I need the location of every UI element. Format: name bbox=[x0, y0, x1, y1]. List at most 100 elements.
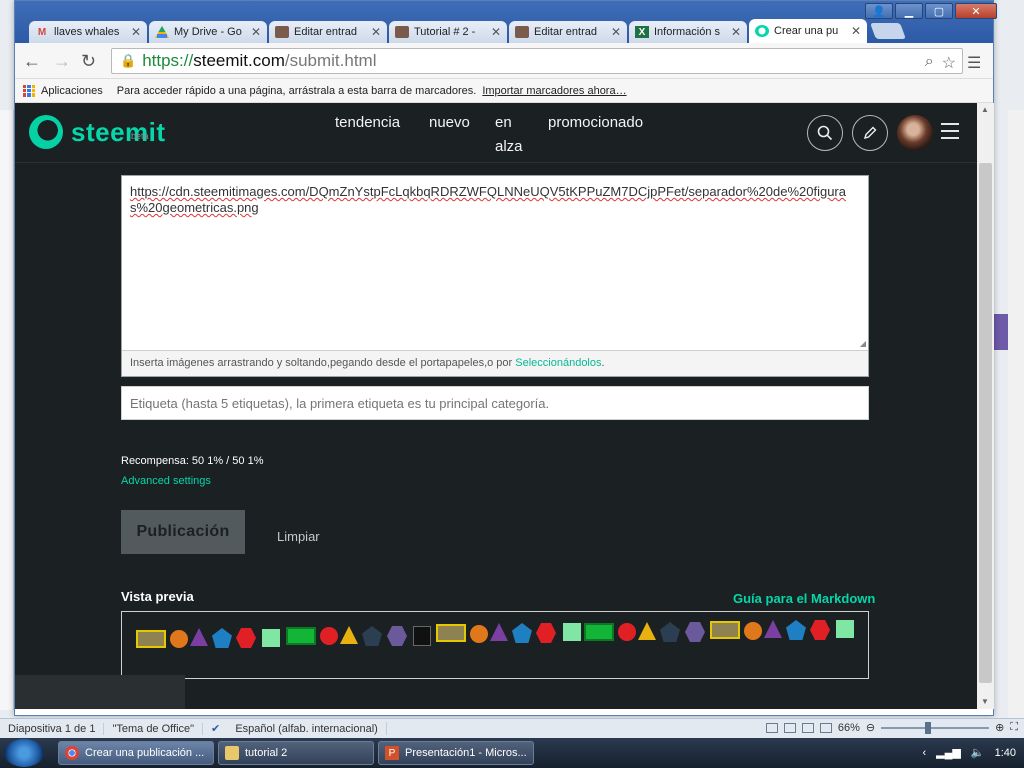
circle-shape bbox=[470, 625, 488, 643]
write-post-button[interactable] bbox=[852, 115, 888, 151]
user-avatar[interactable] bbox=[897, 115, 933, 151]
volume-icon[interactable]: 🔈 bbox=[971, 746, 985, 759]
tab-close-icon[interactable]: ✕ bbox=[371, 25, 381, 39]
nav-hot[interactable]: en alza bbox=[495, 111, 523, 159]
close-button[interactable]: ✕ bbox=[955, 3, 997, 19]
maximize-button[interactable]: ▢ bbox=[925, 3, 953, 19]
scroll-down-icon[interactable]: ▼ bbox=[981, 697, 989, 706]
powerpoint-scrollbar[interactable] bbox=[1008, 110, 1024, 720]
zoom-out-icon[interactable]: ⊖ bbox=[866, 721, 875, 734]
publish-button[interactable]: Publicación bbox=[121, 510, 245, 554]
tags-input[interactable] bbox=[121, 386, 869, 420]
preview-panel bbox=[121, 611, 869, 679]
circle-shape bbox=[618, 623, 636, 641]
tab-close-icon[interactable]: ✕ bbox=[731, 25, 741, 39]
view-buttons bbox=[765, 722, 832, 733]
forward-arrow-icon[interactable]: → bbox=[53, 51, 71, 72]
editor-content[interactable]: https://cdn.steemitimages.com/DQmZnYstpF… bbox=[130, 184, 846, 215]
reload-icon[interactable]: ↻ bbox=[81, 51, 96, 72]
tab-label: Tutorial # 2 - bbox=[414, 26, 476, 38]
tab-informacion[interactable]: X Información s ✕ bbox=[629, 21, 747, 43]
start-button[interactable] bbox=[4, 739, 44, 767]
tab-close-icon[interactable]: ✕ bbox=[491, 25, 501, 39]
drive-icon bbox=[155, 26, 169, 38]
nav-new[interactable]: nuevo bbox=[429, 111, 470, 135]
tab-label: Editar entrad bbox=[534, 26, 597, 38]
search-button[interactable] bbox=[807, 115, 843, 151]
select-images-link[interactable]: Seleccionándolos bbox=[515, 357, 601, 369]
normal-view-icon[interactable] bbox=[765, 722, 778, 733]
advanced-settings-link[interactable]: Advanced settings bbox=[121, 475, 211, 487]
zoom-icon[interactable]: ⌕ bbox=[925, 53, 934, 73]
avatar-icon bbox=[515, 26, 529, 38]
tab-close-icon[interactable]: ✕ bbox=[131, 25, 141, 39]
post-body-editor[interactable]: https://cdn.steemitimages.com/DQmZnYstpF… bbox=[121, 175, 869, 377]
network-icon[interactable]: ▂▄▆ bbox=[936, 746, 961, 759]
slideshow-icon[interactable] bbox=[819, 722, 832, 733]
tab-close-icon[interactable]: ✕ bbox=[251, 25, 261, 39]
chrome-menu-icon[interactable]: ☰ bbox=[967, 53, 981, 73]
import-bookmarks-link[interactable]: Importar marcadores ahora… bbox=[482, 85, 626, 97]
pentagon-shape bbox=[362, 626, 382, 646]
rectangle-shape bbox=[136, 630, 166, 648]
language-label: Español (alfab. internacional) bbox=[235, 723, 378, 735]
tab-close-icon[interactable]: ✕ bbox=[851, 24, 861, 38]
triangle-shape bbox=[490, 623, 508, 641]
clock[interactable]: 1:40 bbox=[995, 747, 1016, 759]
tab-crear-publicacion[interactable]: Crear una pu ✕ bbox=[749, 19, 867, 43]
tab-gmail[interactable]: M llaves whales ✕ bbox=[29, 21, 147, 43]
address-bar[interactable]: 🔒 https://steemit.com/submit.html ⌕ ☆ bbox=[111, 48, 963, 74]
hexagon-shape bbox=[685, 622, 705, 642]
back-arrow-icon[interactable]: ← bbox=[23, 51, 41, 72]
tab-tutorial[interactable]: Tutorial # 2 - ✕ bbox=[389, 21, 507, 43]
task-powerpoint[interactable]: P Presentación1 - Micros... bbox=[378, 741, 534, 765]
reading-view-icon[interactable] bbox=[801, 722, 814, 733]
clear-button[interactable]: Limpiar bbox=[277, 529, 320, 544]
zoom-level[interactable]: 66% bbox=[838, 722, 860, 734]
tab-label: Información s bbox=[654, 26, 721, 38]
preview-heading: Vista previa bbox=[121, 589, 194, 604]
triangle-shape bbox=[340, 626, 358, 644]
user-icon[interactable]: 👤 bbox=[865, 3, 893, 19]
scroll-up-icon[interactable]: ▲ bbox=[981, 105, 989, 114]
theme-name: "Tema de Office" bbox=[104, 722, 204, 735]
nav-promoted[interactable]: promocionado bbox=[548, 111, 643, 135]
url-host: steemit.com bbox=[193, 51, 285, 70]
square-shape bbox=[563, 623, 581, 641]
steemit-logo-icon bbox=[29, 115, 63, 149]
tab-close-icon[interactable]: ✕ bbox=[611, 25, 621, 39]
apps-shortcut[interactable]: Aplicaciones bbox=[23, 84, 103, 97]
tab-editar-1[interactable]: Editar entrad ✕ bbox=[269, 21, 387, 43]
hamburger-menu-icon[interactable] bbox=[941, 123, 959, 139]
rectangle-shape bbox=[286, 627, 316, 645]
markdown-guide-link[interactable]: Guía para el Markdown bbox=[733, 591, 875, 606]
hexagon-shape bbox=[536, 623, 556, 643]
zoom-slider[interactable] bbox=[881, 721, 990, 734]
fit-to-window-icon[interactable]: ⛶ bbox=[1010, 721, 1018, 734]
pentagon-shape bbox=[512, 623, 532, 643]
square-shape bbox=[413, 626, 431, 646]
zoom-slider-knob[interactable] bbox=[925, 721, 932, 734]
tab-editar-2[interactable]: Editar entrad ✕ bbox=[509, 21, 627, 43]
nav-trending[interactable]: tendencia bbox=[335, 111, 400, 135]
nav-hot-line2: alza bbox=[495, 138, 523, 155]
language-indicator[interactable]: ✔ Español (alfab. internacional) bbox=[203, 722, 387, 735]
task-chrome[interactable]: Crear una publicación ... bbox=[58, 741, 214, 765]
zoom-in-icon[interactable]: ⊕ bbox=[995, 721, 1004, 734]
tab-label: Crear una pu bbox=[774, 25, 839, 37]
tab-drive[interactable]: My Drive - Go ✕ bbox=[149, 21, 267, 43]
resize-handle-icon[interactable]: ◢ bbox=[860, 339, 866, 348]
new-tab-button[interactable] bbox=[870, 23, 906, 39]
scrollbar-thumb[interactable] bbox=[979, 163, 992, 683]
hexagon-shape bbox=[387, 626, 407, 646]
pentagon-shape bbox=[212, 628, 232, 648]
minimize-button[interactable]: ▁ bbox=[895, 3, 923, 19]
task-explorer[interactable]: tutorial 2 bbox=[218, 741, 374, 765]
square-shape bbox=[262, 629, 280, 647]
logo-text: steemit bbox=[71, 116, 166, 147]
page-scrollbar[interactable]: ▲ ▼ bbox=[977, 103, 994, 709]
bookmark-star-icon[interactable]: ☆ bbox=[942, 53, 956, 73]
slide-sorter-icon[interactable] bbox=[783, 722, 796, 733]
tray-expand-icon[interactable]: ‹ bbox=[922, 747, 926, 759]
pencil-icon bbox=[863, 126, 877, 140]
